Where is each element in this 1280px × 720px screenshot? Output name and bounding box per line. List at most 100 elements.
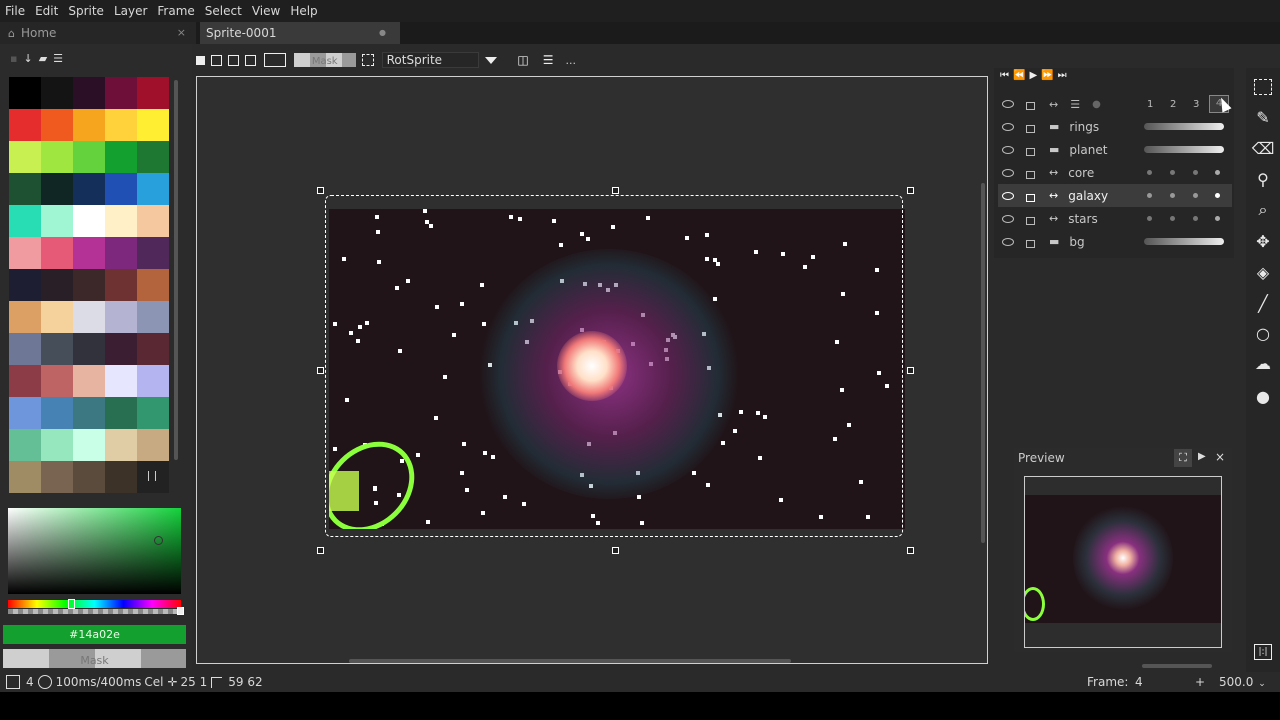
previous-frame-icon[interactable]: ⏪ — [1013, 70, 1025, 84]
frame-number-2[interactable]: 2 — [1170, 99, 1176, 110]
lock-icon[interactable] — [1026, 147, 1035, 156]
blur-icon[interactable]: ☁ — [1252, 352, 1274, 374]
palette-menu-icon[interactable]: ☰ — [53, 52, 63, 66]
palette-swatch[interactable] — [105, 301, 137, 333]
preview-play-icon[interactable]: ▶ — [1198, 451, 1206, 462]
frame-number-3[interactable]: 3 — [1193, 99, 1199, 110]
palette-swatch[interactable] — [73, 237, 105, 269]
transform-handle[interactable] — [612, 547, 619, 554]
palette-swatch[interactable] — [137, 269, 169, 301]
layer-row-stars[interactable]: ↔ stars — [998, 207, 1232, 230]
next-frame-icon[interactable]: ⏩ — [1041, 70, 1053, 84]
palette-swatch[interactable] — [73, 397, 105, 429]
cel-frame-3[interactable] — [1193, 170, 1198, 175]
status-frame-number[interactable]: 4 — [26, 675, 34, 689]
palette-swatch[interactable] — [9, 397, 41, 429]
palette-swatch[interactable] — [137, 333, 169, 365]
transform-handle[interactable] — [612, 187, 619, 194]
opaque-selection-icon[interactable] — [361, 54, 374, 66]
tab-sprite-modified-icon[interactable]: ● — [379, 28, 386, 37]
timeline-toggle-icon[interactable]: |:| — [1252, 641, 1274, 663]
visibility-eye-icon[interactable] — [1002, 191, 1014, 200]
canvas-area[interactable] — [196, 76, 988, 664]
opacity-slider[interactable] — [1144, 123, 1224, 130]
palette-swatch[interactable] — [73, 269, 105, 301]
cel-frame-3[interactable] — [1193, 193, 1198, 198]
menu-select[interactable]: Select — [200, 4, 247, 18]
last-frame-icon[interactable]: ⏭ — [1058, 70, 1067, 84]
play-icon[interactable]: ▶ — [1029, 70, 1037, 84]
paint-bucket-icon[interactable]: ◈ — [1252, 261, 1274, 283]
palette-swatch[interactable] — [137, 77, 169, 109]
ink-drop-icon[interactable]: ● — [1252, 385, 1274, 407]
selection-marquee[interactable] — [325, 195, 903, 537]
palette-swatch[interactable] — [73, 429, 105, 461]
frame-grid-icon[interactable] — [6, 675, 20, 689]
continuous-link-icon[interactable]: ▬ — [1049, 235, 1059, 248]
preview-frame[interactable] — [1024, 476, 1222, 648]
cel-frame-1[interactable] — [1147, 193, 1152, 198]
continuous-link-icon[interactable]: ▬ — [1049, 120, 1059, 133]
alpha-slider[interactable] — [8, 609, 181, 614]
background-color-mask-field[interactable]: Mask — [3, 649, 186, 668]
selection-mode-subtract-icon[interactable] — [227, 54, 239, 66]
move-icon[interactable]: ✥ — [1252, 230, 1274, 252]
palette-swatch[interactable] — [137, 109, 169, 141]
palette-swatch[interactable] — [9, 461, 41, 493]
cel-frame-4[interactable] — [1215, 193, 1220, 198]
palette-new-icon[interactable]: ▰ — [39, 52, 47, 66]
opacity-slider[interactable] — [1144, 238, 1224, 245]
layer-menu-icon[interactable]: ☰ — [1070, 98, 1080, 111]
palette-swatch[interactable] — [9, 109, 41, 141]
palette-swatch[interactable] — [41, 77, 73, 109]
palette-swatch[interactable] — [105, 333, 137, 365]
palette-swatch[interactable] — [105, 205, 137, 237]
palette-swatch[interactable] — [41, 237, 73, 269]
palette-swatch[interactable] — [73, 301, 105, 333]
horizontal-scrollbar[interactable] — [349, 659, 791, 663]
palette-swatch[interactable] — [41, 141, 73, 173]
transform-handle[interactable] — [317, 187, 324, 194]
palette-swatch[interactable] — [137, 365, 169, 397]
palette-scrollbar[interactable] — [174, 80, 178, 460]
color-spectrum-cursor[interactable] — [154, 536, 163, 545]
layer-row-core[interactable]: ↔ core — [998, 161, 1232, 184]
zoom-dropdown-icon[interactable]: ⌄ — [1258, 679, 1266, 689]
opacity-slider[interactable] — [1144, 146, 1224, 153]
palette-swatch[interactable] — [41, 269, 73, 301]
visibility-eye-icon[interactable] — [1002, 168, 1014, 177]
visibility-eye-icon[interactable] — [1002, 214, 1014, 223]
continuous-link-icon[interactable]: ▬ — [1049, 143, 1059, 156]
palette-swatch[interactable] — [105, 461, 137, 493]
palette-swatch[interactable] — [9, 269, 41, 301]
layer-row-bg[interactable]: ▬ bg — [998, 230, 1232, 253]
palette-swatch[interactable] — [137, 205, 169, 237]
palette-swatch[interactable] — [73, 461, 105, 493]
chevron-down-icon[interactable] — [485, 56, 498, 64]
menu-edit[interactable]: Edit — [30, 4, 63, 18]
transform-handle[interactable] — [907, 367, 914, 374]
vertical-scrollbar[interactable] — [981, 183, 985, 543]
palette-swatch[interactable] — [73, 173, 105, 205]
palette-swatch[interactable] — [9, 141, 41, 173]
palette-swatch[interactable] — [105, 365, 137, 397]
lock-icon[interactable] — [1026, 239, 1035, 248]
palette-swatch[interactable] — [73, 109, 105, 141]
layer-row-rings[interactable]: ▬ rings — [998, 115, 1232, 138]
all-visibility-eye-icon[interactable] — [1002, 100, 1014, 108]
zoom-icon[interactable]: ⌕ — [1252, 199, 1274, 221]
lock-icon[interactable] — [1026, 216, 1035, 225]
palette-swatch[interactable] — [73, 333, 105, 365]
hue-slider[interactable] — [8, 600, 181, 608]
selection-mode-intersect-icon[interactable] — [244, 54, 256, 66]
palette-swatch[interactable] — [9, 77, 41, 109]
palette-swatch[interactable] — [41, 205, 73, 237]
palette-swatch[interactable] — [41, 365, 73, 397]
continuous-link-icon[interactable]: ↔ — [1049, 189, 1058, 202]
palette-resize-handle-icon[interactable] — [148, 471, 156, 481]
tab-home[interactable]: ⌂ Home × — [0, 22, 196, 44]
add-frame-button[interactable]: + — [1195, 675, 1205, 689]
rotation-algorithm-select[interactable]: RotSprite — [381, 52, 480, 68]
eraser-icon[interactable]: ⌫ — [1252, 137, 1275, 159]
menu-frame[interactable]: Frame — [152, 4, 199, 18]
